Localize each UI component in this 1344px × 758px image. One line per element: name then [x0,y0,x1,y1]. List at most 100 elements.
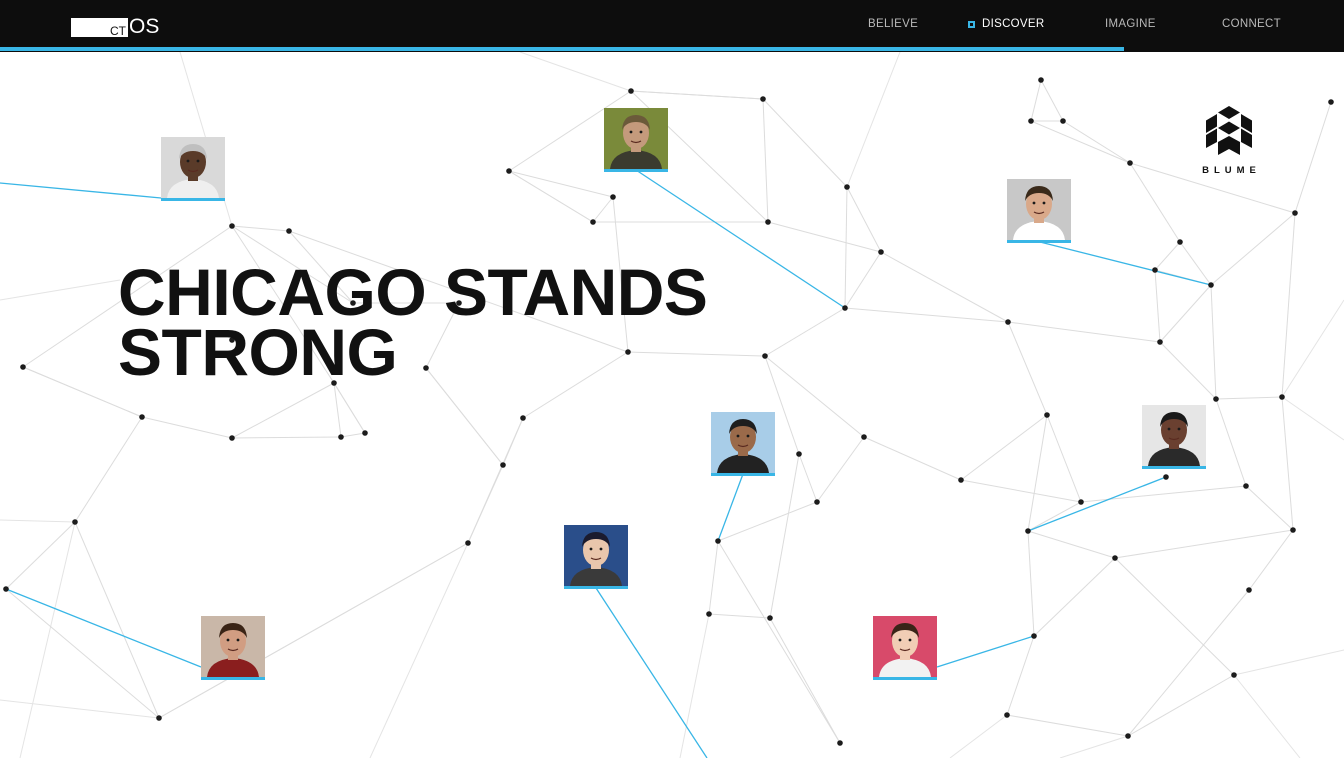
network-edge [844,186,848,309]
network-node [762,353,768,359]
network-node [139,414,145,420]
network-node [878,249,884,255]
network-node [861,434,867,440]
network-edge [508,170,614,198]
network-edge [74,416,143,523]
network-node [1031,633,1037,639]
network-edge [960,414,1048,481]
hero-line-2: STRONG [118,315,398,389]
nav-connect[interactable]: CONNECT [1222,18,1281,30]
section-progress-bar [0,47,1124,51]
network-node [844,184,850,190]
network-edge [1114,557,1235,676]
avatar-asian-woman[interactable] [873,616,937,680]
network-node [1328,99,1334,105]
network-edge [369,542,469,758]
network-node [1005,319,1011,325]
avatar-man-glasses[interactable] [1007,179,1071,243]
nav-discover-label: DISCOVER [982,18,1045,30]
photo-eye [639,130,643,134]
network-edge [708,540,719,615]
network-edge [1027,530,1116,559]
network-edge [1294,101,1332,214]
network-node [958,477,964,483]
hexagon-cube-icon [1206,106,1252,155]
brand-block[interactable]: BLUME [1196,105,1262,176]
network-edge [1210,284,1217,400]
face-3 [711,412,775,473]
photo-eye [226,638,230,642]
photo-eye [629,130,633,134]
network-node [286,228,292,234]
network-edge [1007,321,1161,343]
network-edge [1281,299,1344,398]
avatar-young-man[interactable] [201,616,265,680]
network-edge [1027,530,1035,637]
network-edge [863,436,962,481]
avatar-older-man[interactable] [161,137,225,201]
nav-believe[interactable]: BELIEVE [868,18,918,30]
network-node [590,219,596,225]
avatar-man-sunglasses[interactable] [711,412,775,476]
network-node [1078,499,1084,505]
network-link-highlight [595,587,708,758]
avatar-hooded-man[interactable] [604,108,668,172]
network-link-highlight [5,588,202,668]
network-node [1112,555,1118,561]
network-node [796,451,802,457]
avatar-woman-bangs[interactable] [564,525,628,589]
network-edge [816,436,865,503]
photo-eye [1177,427,1181,431]
photo-eye [589,547,593,551]
network-link-highlight [1027,476,1167,532]
main-nav: BELIEVE DISCOVER IMAGINE CONNECT [0,0,1344,48]
network-edge [1154,241,1181,271]
network-edge [769,617,841,744]
photo-eye [1032,201,1036,205]
network-node [1279,394,1285,400]
network-node [628,88,634,94]
top-bar: CT OS BELIEVE DISCOVER IMAGINE CONNECT [0,0,1344,52]
network-edge [5,588,160,719]
network-edge [1033,557,1116,637]
network-node [500,462,506,468]
network-node [1004,712,1010,718]
network-edge [1006,635,1035,716]
network-edge [769,453,800,619]
face-5 [564,525,628,586]
nav-discover[interactable]: DISCOVER [968,18,1045,30]
face-6 [201,616,265,677]
network-edge [1027,501,1082,532]
face-0 [161,137,225,198]
network-node [1038,77,1044,83]
network-edge [1127,589,1250,737]
network-node [1125,733,1131,739]
network-node [229,435,235,441]
network-node [3,586,9,592]
network-edge [1062,120,1131,164]
network-node [465,540,471,546]
network-edge [467,417,524,544]
avatar-woman-smiling[interactable] [1142,405,1206,469]
network-node [1152,267,1158,273]
photo-eye [599,547,603,551]
network-edge [231,436,342,439]
network-edge [1210,212,1296,286]
nav-imagine[interactable]: IMAGINE [1105,18,1156,30]
network-node [1290,527,1296,533]
network-edge [1027,414,1048,532]
network-node [1208,282,1214,288]
network-edge [1059,735,1129,758]
photo-eye [746,434,750,438]
network-edge [519,51,632,92]
face-4 [1142,405,1206,466]
network-edge [1245,485,1294,531]
network-node [706,611,712,617]
network-edge [508,170,594,223]
network-node [156,715,162,721]
network-node [1028,118,1034,124]
network-edge [764,355,865,438]
network-edge [1248,529,1294,591]
network-edge [340,432,366,438]
network-edge [0,699,160,719]
